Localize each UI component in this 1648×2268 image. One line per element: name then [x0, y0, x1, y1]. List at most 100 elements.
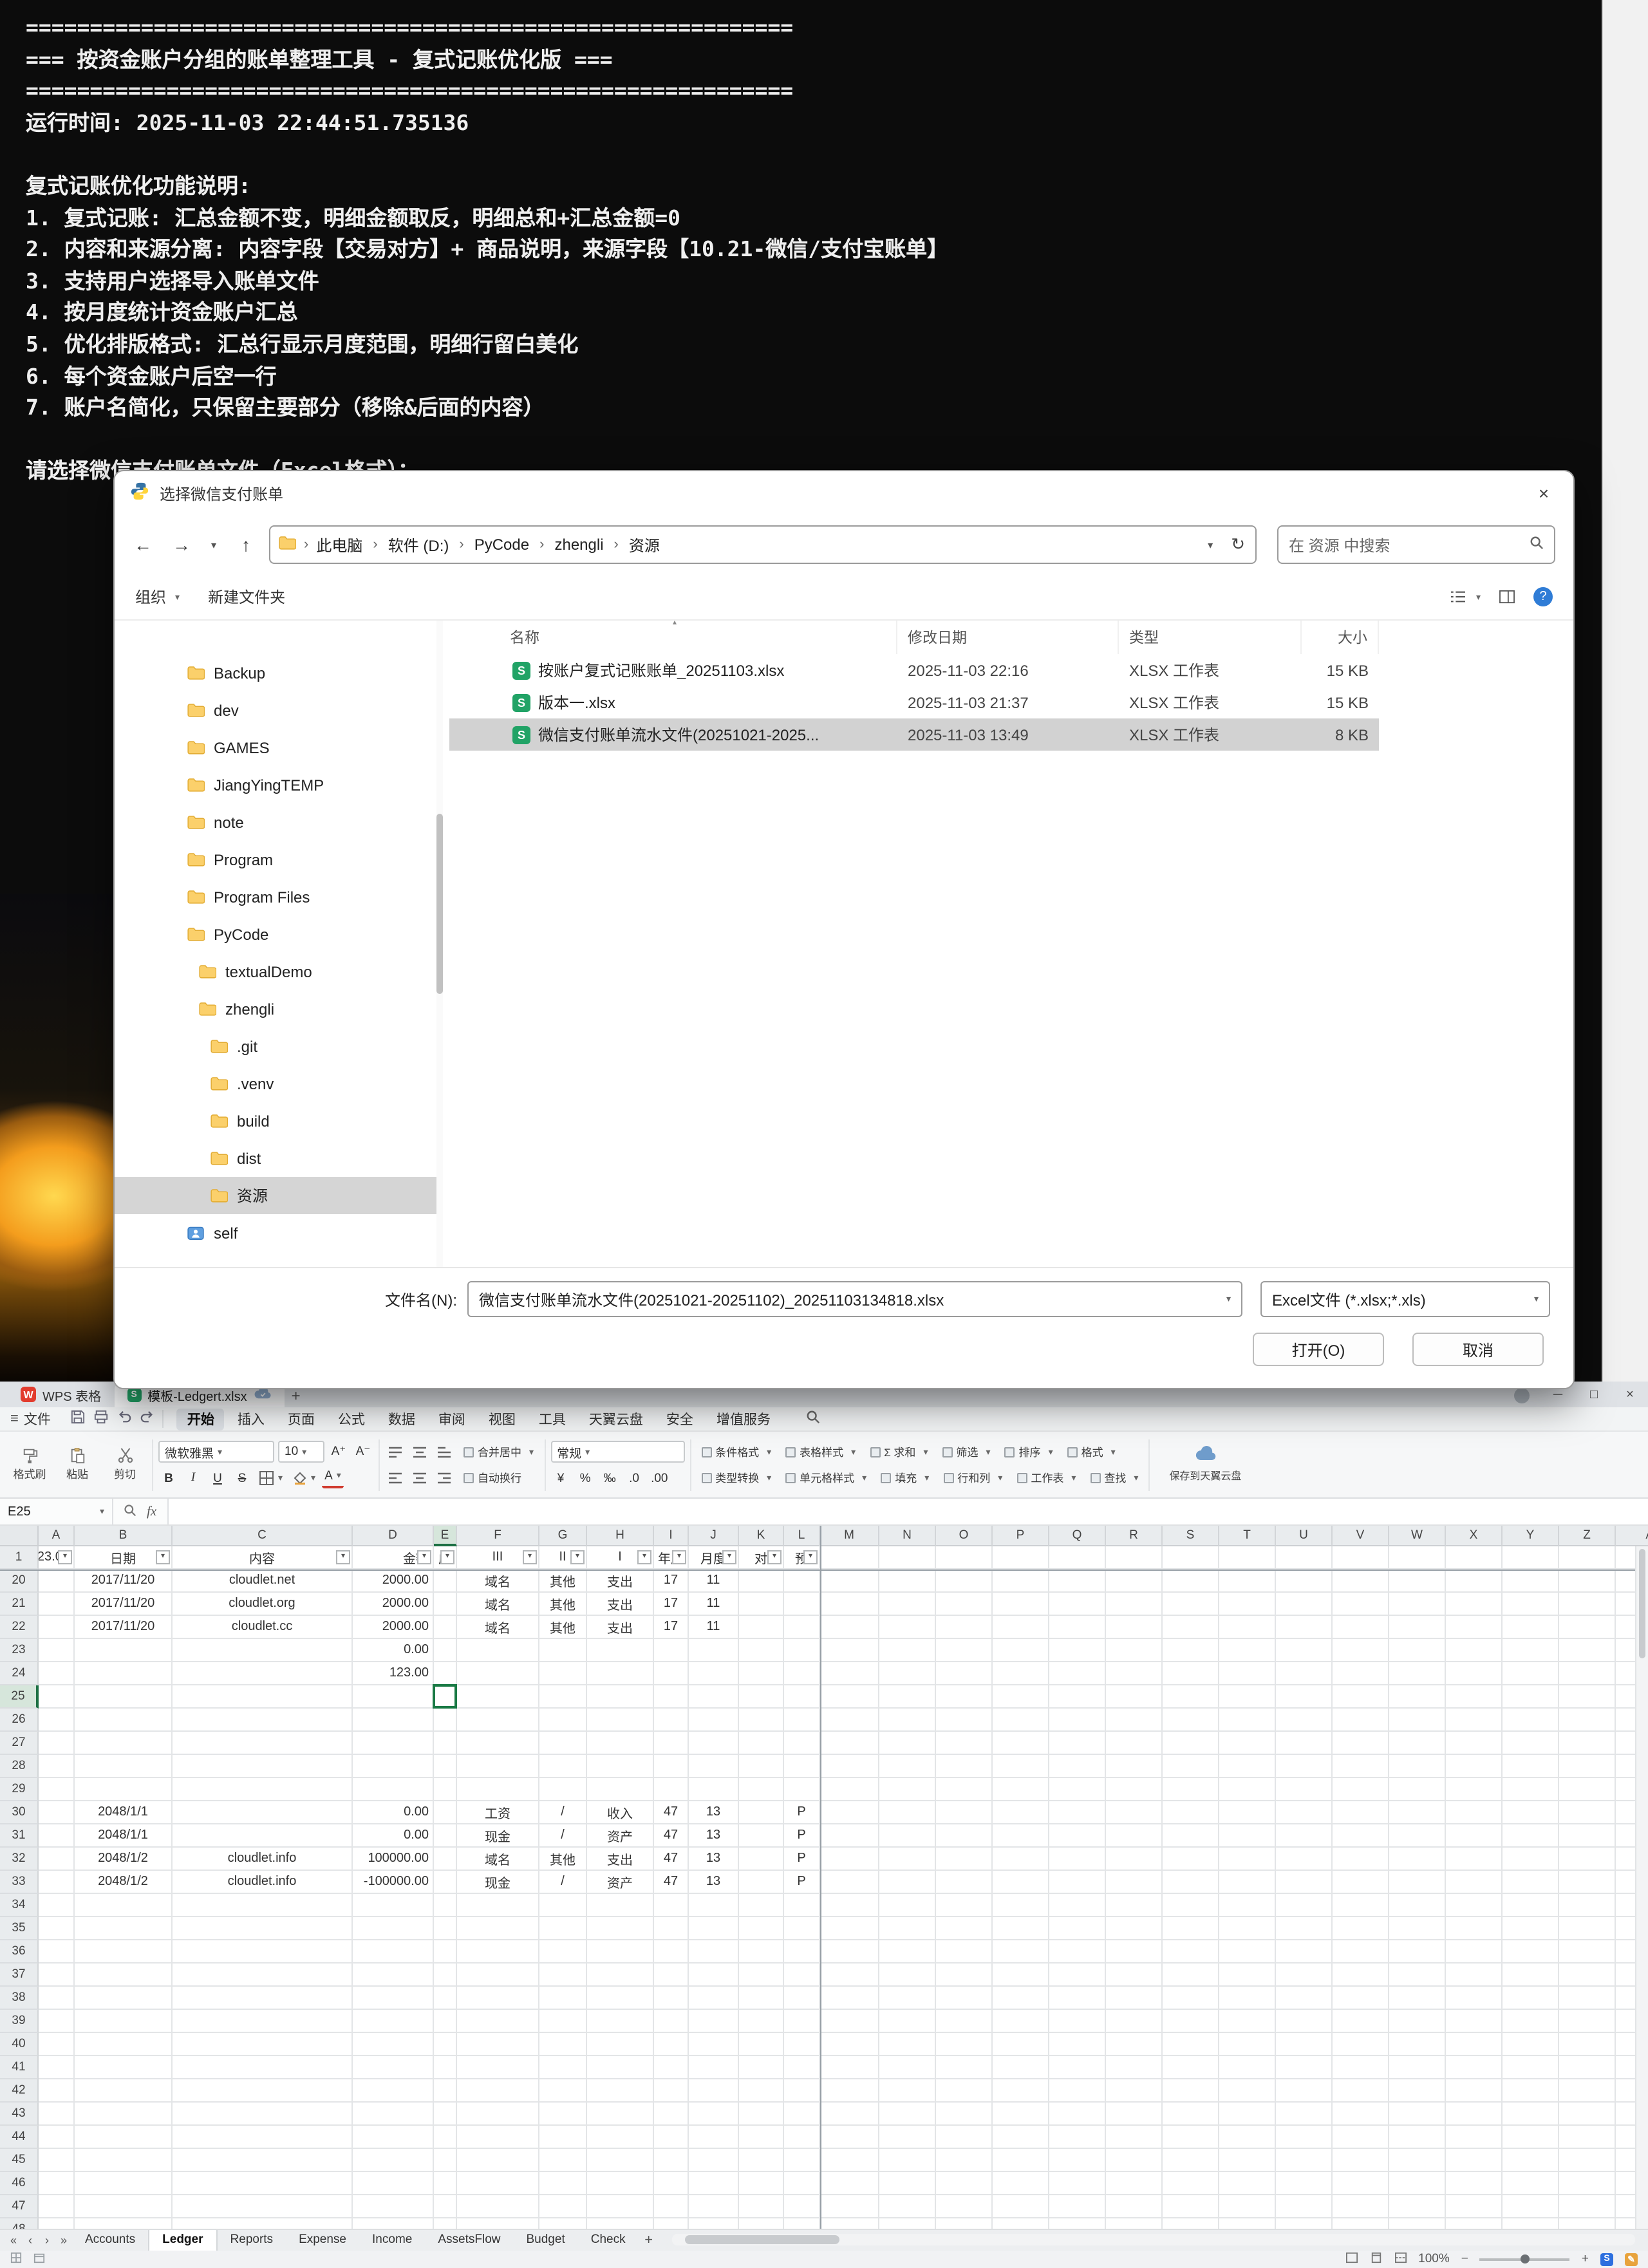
- cell-A41[interactable]: [39, 2056, 75, 2079]
- cell-W25[interactable]: [1389, 1685, 1446, 1709]
- ribbon-button-Σ 求和[interactable]: Σ 求和▾: [865, 1441, 933, 1462]
- cell-X27[interactable]: [1446, 1732, 1503, 1755]
- cell-B32[interactable]: 2048/1/2: [75, 1848, 173, 1871]
- cell-X25[interactable]: [1446, 1685, 1503, 1709]
- cell-O21[interactable]: [936, 1593, 993, 1616]
- cell-D1[interactable]: 金额▾: [353, 1546, 434, 1570]
- cell-R27[interactable]: [1106, 1732, 1163, 1755]
- cell-K46[interactable]: [739, 2172, 784, 2195]
- cell-I28[interactable]: [654, 1755, 689, 1778]
- cell-Q40[interactable]: [1049, 2033, 1106, 2056]
- cell-R45[interactable]: [1106, 2149, 1163, 2172]
- cell-P35[interactable]: [993, 1917, 1049, 1940]
- cell-H44[interactable]: [587, 2126, 654, 2149]
- sidebar-item-.venv[interactable]: .venv: [115, 1065, 439, 1102]
- cell-X29[interactable]: [1446, 1778, 1503, 1801]
- cell-Z21[interactable]: [1559, 1593, 1616, 1616]
- sidebar-item-build[interactable]: build: [115, 1102, 439, 1139]
- cell-W35[interactable]: [1389, 1917, 1446, 1940]
- cell-F28[interactable]: [457, 1755, 539, 1778]
- cell-W34[interactable]: [1389, 1894, 1446, 1917]
- ribbon-button-格式[interactable]: 格式▾: [1062, 1441, 1121, 1462]
- menu-增值服务[interactable]: 增值服务: [706, 1408, 781, 1430]
- cell-K40[interactable]: [739, 2033, 784, 2056]
- cell-O28[interactable]: [936, 1755, 993, 1778]
- cell-G39[interactable]: [539, 2010, 587, 2033]
- cell-Y30[interactable]: [1503, 1801, 1559, 1824]
- sheet-tab-Accounts[interactable]: Accounts: [72, 2229, 148, 2250]
- cell-U21[interactable]: [1276, 1593, 1333, 1616]
- cell-D21[interactable]: 2000.00: [353, 1593, 434, 1616]
- column-header-I[interactable]: I: [654, 1526, 689, 1546]
- row-header-37[interactable]: 37: [0, 1963, 39, 1987]
- cell-N44[interactable]: [879, 2126, 936, 2149]
- cell-W46[interactable]: [1389, 2172, 1446, 2195]
- cell-H45[interactable]: [587, 2149, 654, 2172]
- preview-pane-button[interactable]: [1499, 590, 1515, 604]
- row-header-44[interactable]: 44: [0, 2126, 39, 2149]
- cell-K33[interactable]: [739, 1871, 784, 1894]
- menu-安全[interactable]: 安全: [656, 1408, 704, 1430]
- borders-button[interactable]: ▾: [256, 1468, 285, 1488]
- cell-X42[interactable]: [1446, 2079, 1503, 2103]
- cell-L40[interactable]: [784, 2033, 820, 2056]
- cell-T42[interactable]: [1219, 2079, 1276, 2103]
- cell-C33[interactable]: cloudlet.info: [173, 1871, 353, 1894]
- cell-R44[interactable]: [1106, 2126, 1163, 2149]
- cell-E28[interactable]: [434, 1755, 457, 1778]
- cell-D40[interactable]: [353, 2033, 434, 2056]
- cell-N45[interactable]: [879, 2149, 936, 2172]
- row-header-20[interactable]: 20: [0, 1570, 39, 1593]
- cell-D23[interactable]: 0.00: [353, 1639, 434, 1662]
- cell-C22[interactable]: cloudlet.cc: [173, 1616, 353, 1639]
- column-header-Z[interactable]: Z: [1559, 1526, 1616, 1546]
- cell-J32[interactable]: 13: [689, 1848, 739, 1871]
- cell-U42[interactable]: [1276, 2079, 1333, 2103]
- cell-Z29[interactable]: [1559, 1778, 1616, 1801]
- cell-G22[interactable]: 其他: [539, 1616, 587, 1639]
- cell-B41[interactable]: [75, 2056, 173, 2079]
- cell-X26[interactable]: [1446, 1709, 1503, 1732]
- cell-J36[interactable]: [689, 1940, 739, 1963]
- cell-Q20[interactable]: [1049, 1570, 1106, 1593]
- cell-Z42[interactable]: [1559, 2079, 1616, 2103]
- cell-N39[interactable]: [879, 2010, 936, 2033]
- cell-W20[interactable]: [1389, 1570, 1446, 1593]
- breadcrumb-item[interactable]: PyCode: [474, 536, 529, 554]
- cell-G21[interactable]: 其他: [539, 1593, 587, 1616]
- cell-Z1[interactable]: [1559, 1546, 1616, 1570]
- ribbon-button-工作表[interactable]: 工作表▾: [1011, 1467, 1081, 1488]
- cell-F36[interactable]: [457, 1940, 539, 1963]
- save-icon[interactable]: [71, 1410, 86, 1428]
- cell-W45[interactable]: [1389, 2149, 1446, 2172]
- cell-B20[interactable]: 2017/11/20: [75, 1570, 173, 1593]
- cell-R33[interactable]: [1106, 1871, 1163, 1894]
- cell-J37[interactable]: [689, 1963, 739, 1987]
- undo-icon[interactable]: [118, 1410, 132, 1428]
- cell-R29[interactable]: [1106, 1778, 1163, 1801]
- cell-V29[interactable]: [1333, 1778, 1389, 1801]
- cell-B23[interactable]: [75, 1639, 173, 1662]
- cell-J27[interactable]: [689, 1732, 739, 1755]
- cell-Q42[interactable]: [1049, 2079, 1106, 2103]
- cell-M20[interactable]: [820, 1570, 879, 1593]
- cell-X48[interactable]: [1446, 2218, 1503, 2228]
- cell-D36[interactable]: [353, 1940, 434, 1963]
- cell-G48[interactable]: [539, 2218, 587, 2228]
- cell-H1[interactable]: I▾: [587, 1546, 654, 1570]
- autofilter-icon[interactable]: ▾: [156, 1550, 170, 1564]
- cell-V44[interactable]: [1333, 2126, 1389, 2149]
- cell-K28[interactable]: [739, 1755, 784, 1778]
- cell-A29[interactable]: [39, 1778, 75, 1801]
- fill-color-button[interactable]: ▾: [289, 1468, 318, 1488]
- cell-S25[interactable]: [1163, 1685, 1219, 1709]
- cell-V42[interactable]: [1333, 2079, 1389, 2103]
- cell-V31[interactable]: [1333, 1824, 1389, 1848]
- cell-D31[interactable]: 0.00: [353, 1824, 434, 1848]
- cell-N38[interactable]: [879, 1987, 936, 2010]
- cell-M42[interactable]: [820, 2079, 879, 2103]
- cell-T20[interactable]: [1219, 1570, 1276, 1593]
- cell-N25[interactable]: [879, 1685, 936, 1709]
- cell-S37[interactable]: [1163, 1963, 1219, 1987]
- cell-E35[interactable]: [434, 1917, 457, 1940]
